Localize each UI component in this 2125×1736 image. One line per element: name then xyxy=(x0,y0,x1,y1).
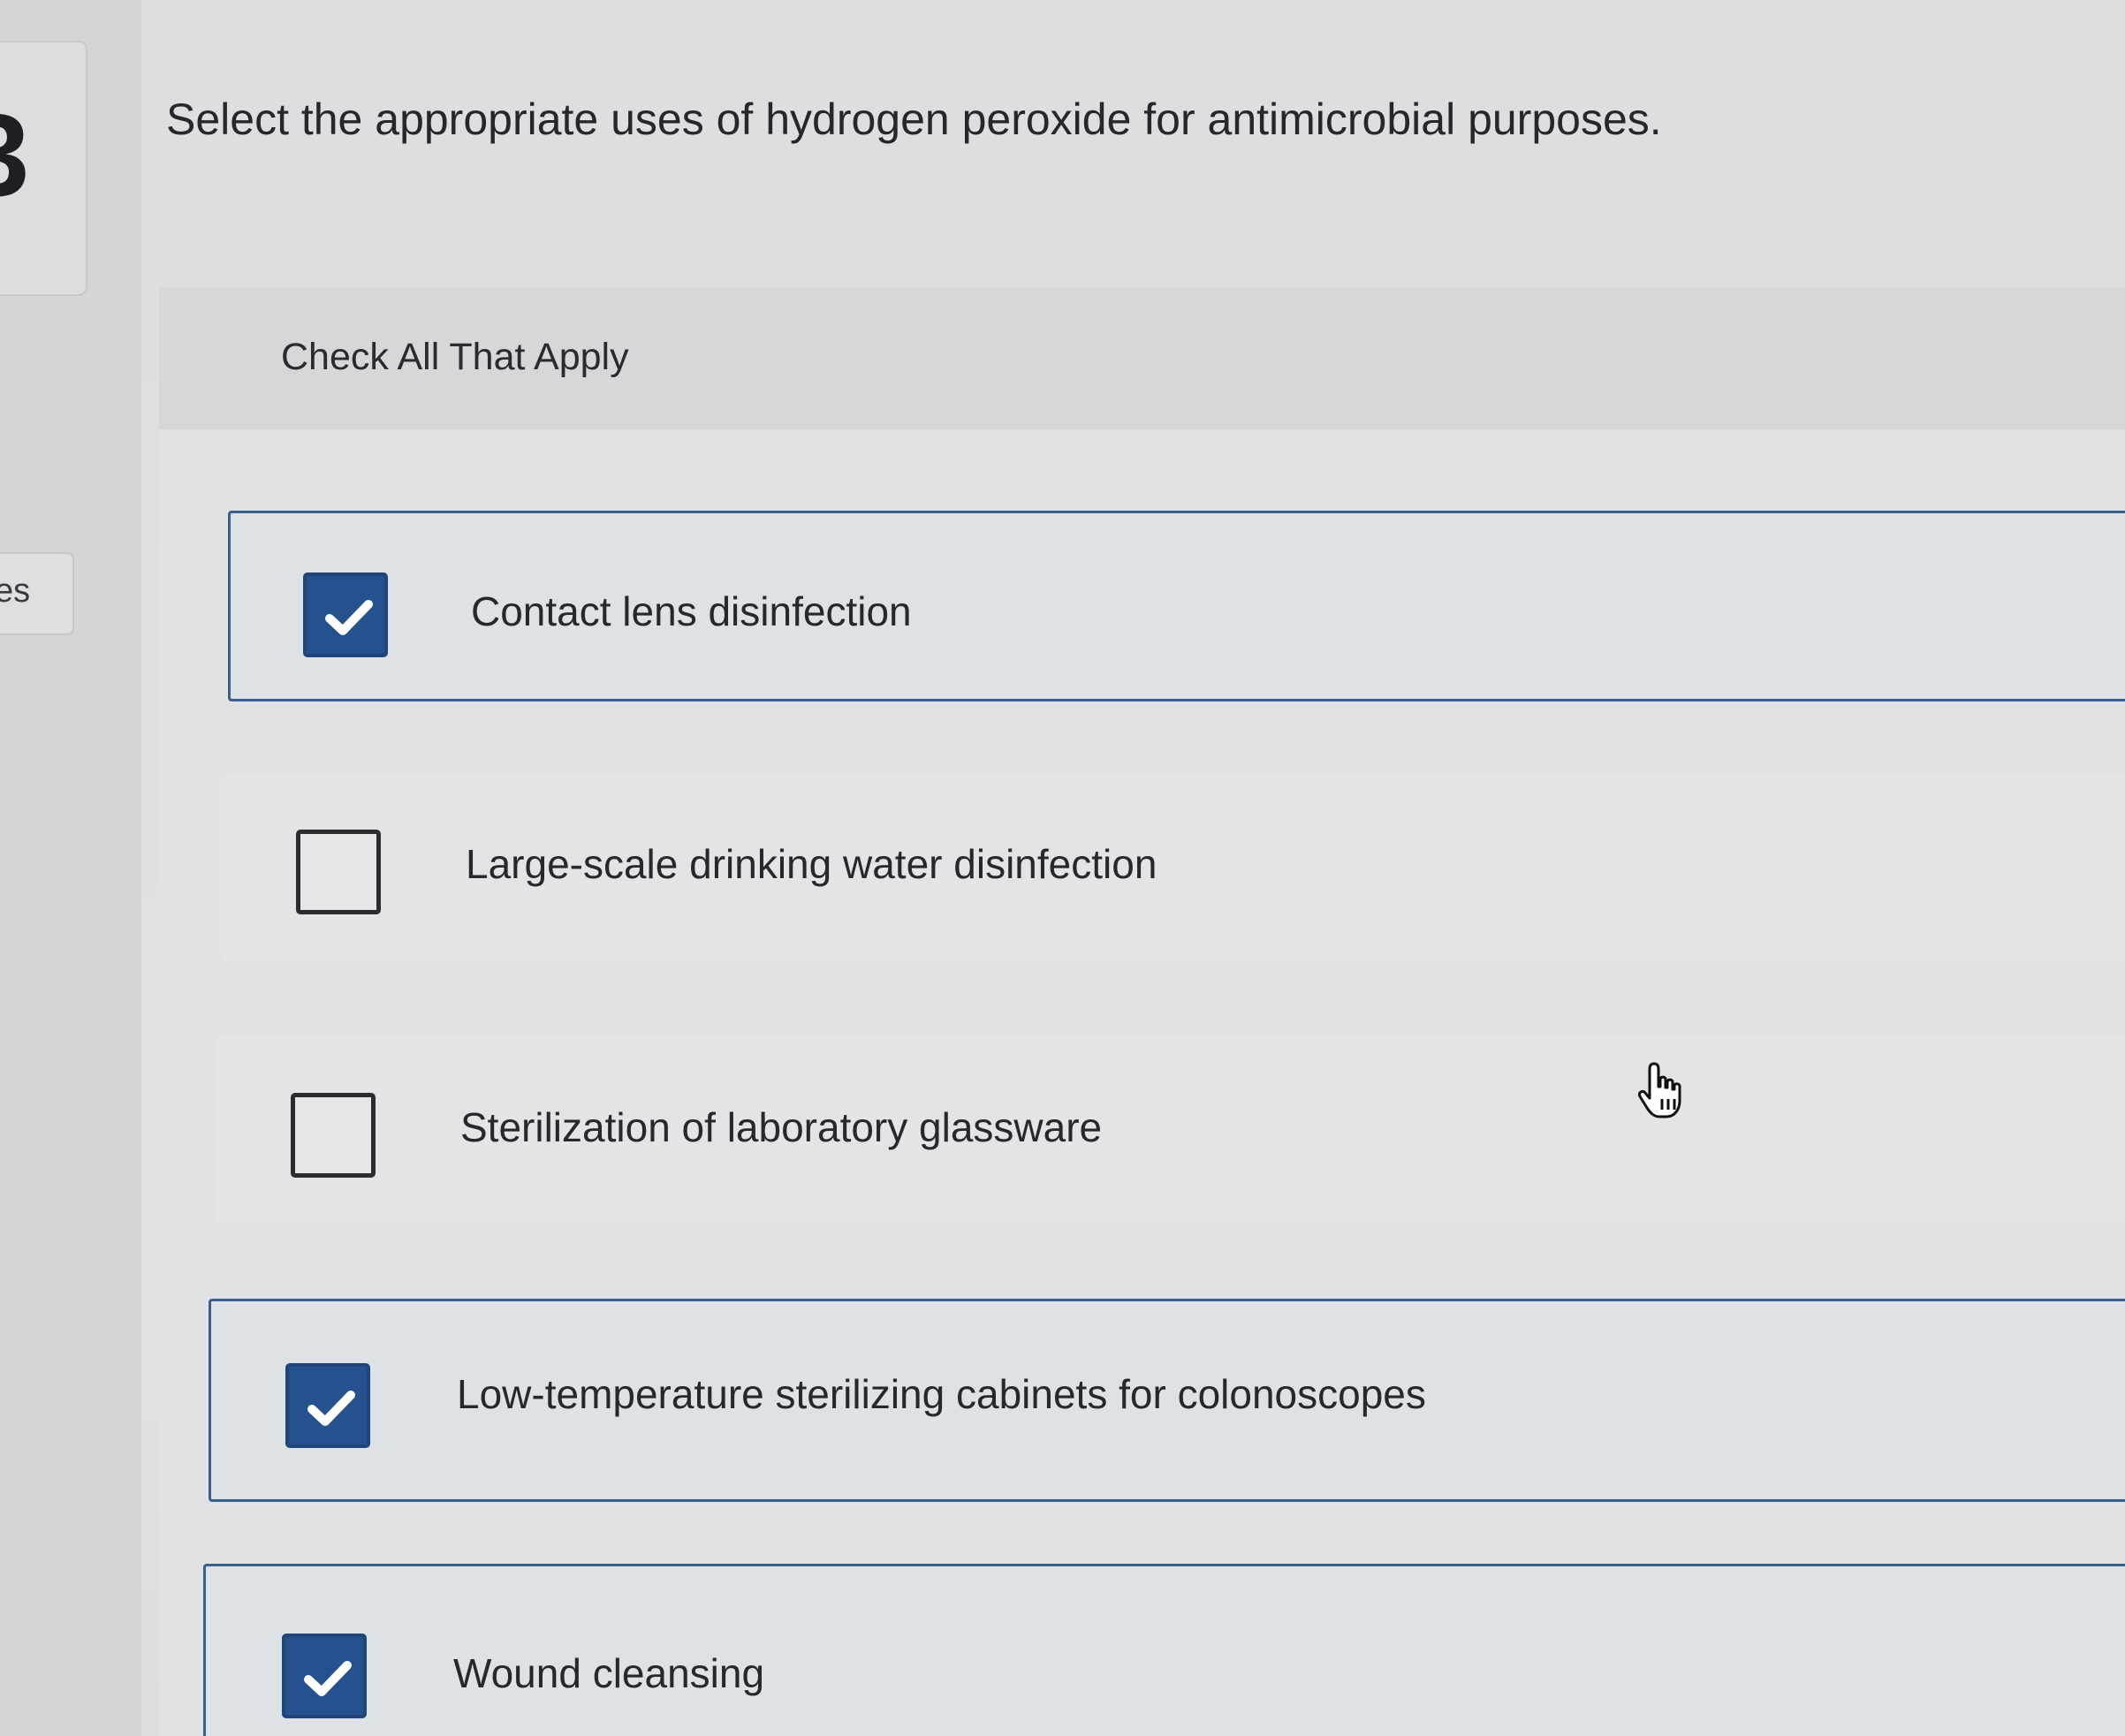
checkbox-contact-lens[interactable] xyxy=(303,572,388,657)
checkmark-icon xyxy=(325,600,373,635)
answer-panel xyxy=(159,288,2125,1736)
option-contact-lens[interactable]: Contact lens disinfection xyxy=(228,511,2125,701)
checkbox-drinking-water[interactable] xyxy=(296,830,381,914)
side-tab-label: es xyxy=(0,572,31,610)
option-wound-cleansing[interactable]: Wound cleansing xyxy=(203,1564,2125,1736)
question-number: 3 xyxy=(0,97,29,214)
option-drinking-water[interactable]: Large-scale drinking water disinfection xyxy=(221,774,2125,961)
option-label: Low-temperature sterilizing cabinets for… xyxy=(457,1371,1426,1417)
option-label: Wound cleansing xyxy=(453,1650,765,1696)
checkbox-colonoscopes[interactable] xyxy=(285,1363,370,1448)
checkbox-lab-glassware[interactable] xyxy=(291,1093,376,1178)
option-label: Large-scale drinking water disinfection xyxy=(466,841,1157,887)
option-lab-glassware[interactable]: Sterilization of laboratory glassware xyxy=(216,1035,2125,1223)
check-all-instruction: Check All That Apply xyxy=(281,336,629,378)
option-colonoscopes[interactable]: Low-temperature sterilizing cabinets for… xyxy=(209,1299,2125,1502)
hand-pointer-icon xyxy=(1638,1062,1681,1118)
question-prompt: Select the appropriate uses of hydrogen … xyxy=(166,95,1662,144)
quiz-screen: 3 es Select the appropriate uses of hydr… xyxy=(0,0,2125,1736)
checkmark-icon xyxy=(304,1661,352,1696)
option-label: Sterilization of laboratory glassware xyxy=(460,1104,1103,1150)
checkmark-icon xyxy=(307,1391,355,1426)
option-label: Contact lens disinfection xyxy=(471,588,912,634)
checkbox-wound-cleansing[interactable] xyxy=(282,1634,367,1718)
